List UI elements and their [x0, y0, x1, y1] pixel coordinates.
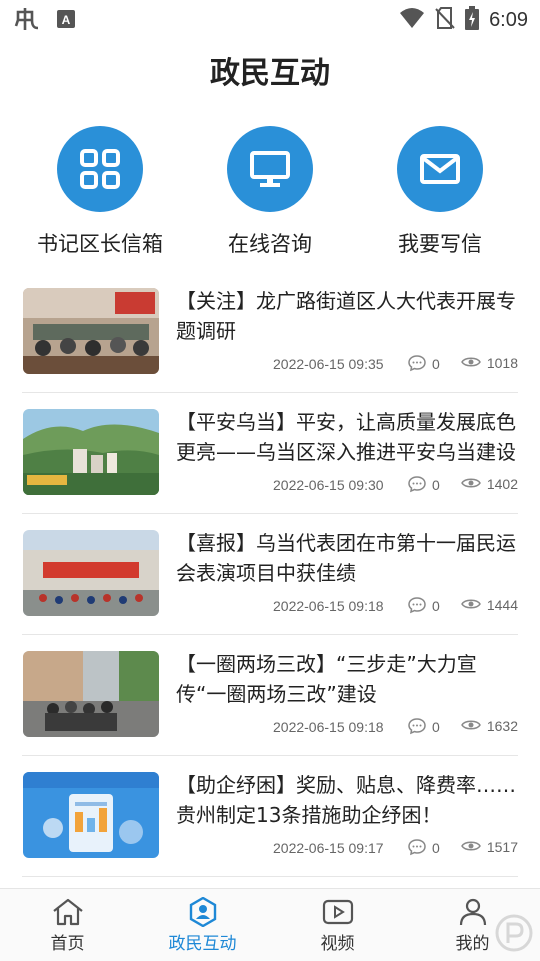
quick-circle — [227, 126, 313, 212]
no-sim-icon — [435, 6, 455, 34]
news-item[interactable]: 【平安乌当】平安，让高质量发展底色更亮——乌当区深入推进平安乌当建设 2022-… — [22, 393, 518, 514]
eye-icon — [460, 599, 481, 609]
views-count: 1517 — [460, 838, 518, 855]
comments-count: 0 — [408, 475, 440, 493]
quick-label: 我要写信 — [398, 232, 482, 256]
quick-circle — [57, 126, 143, 212]
news-thumbnail — [23, 288, 159, 374]
news-date: 2022-06-15 09:18 — [273, 598, 384, 614]
quick-circle — [397, 126, 483, 212]
views-value: 1018 — [486, 355, 518, 371]
views-value: 1402 — [486, 476, 518, 492]
news-title: 【喜报】乌当代表团在市第十一届民运会表演项目中获佳绩 — [176, 531, 516, 585]
hexagon-user-icon — [189, 896, 216, 928]
news-item[interactable]: 【一圈两场三改】“三步走”大力宣传“一圈两场三改”建设 2022-06-15 0… — [22, 635, 518, 756]
comments-value: 0 — [432, 477, 440, 493]
comment-icon — [408, 597, 426, 614]
write-letter-button[interactable]: 我要写信 — [355, 126, 525, 258]
news-title: 【一圈两场三改】“三步走”大力宣传“一圈两场三改”建设 — [176, 652, 477, 706]
tab-interaction[interactable]: 政民互动 — [135, 889, 270, 961]
views-value: 1444 — [486, 597, 518, 613]
video-icon — [322, 899, 353, 925]
tab-label: 视频 — [320, 934, 355, 954]
news-meta: 2022-06-15 09:17 0 1517 — [176, 838, 518, 858]
eye-icon — [460, 720, 481, 730]
tab-video[interactable]: 视频 — [270, 889, 405, 961]
watermark — [494, 913, 534, 953]
comments-value: 0 — [432, 719, 440, 735]
comments-value: 0 — [432, 840, 440, 856]
eye-icon — [460, 841, 481, 851]
home-icon — [52, 898, 83, 926]
news-thumbnail — [23, 530, 159, 616]
bottom-tab-bar: 首页 政民互动 视频 我的 — [0, 888, 540, 961]
news-meta: 2022-06-15 09:35 0 1018 — [176, 354, 518, 374]
news-date: 2022-06-15 09:35 — [273, 356, 384, 372]
quick-label: 书记区长信箱 — [37, 232, 163, 256]
news-item[interactable]: 【喜报】乌当代表团在市第十一届民运会表演项目中获佳绩 2022-06-15 09… — [22, 514, 518, 635]
news-title: 【助企纾困】奖励、贴息、降费率……贵州制定13条措施助企纾困！ — [176, 773, 516, 827]
views-count: 1632 — [460, 717, 518, 734]
views-count: 1018 — [460, 354, 518, 371]
comments-value: 0 — [432, 598, 440, 614]
eye-icon — [460, 478, 481, 488]
tab-home[interactable]: 首页 — [0, 889, 135, 961]
tab-label: 首页 — [50, 934, 85, 954]
views-value: 1632 — [486, 718, 518, 734]
news-list: 【关注】龙广路街道区人大代表开展专题调研 2022-06-15 09:35 0 … — [22, 272, 518, 877]
page-title: 政民互动 — [210, 56, 330, 91]
news-thumbnail — [23, 651, 159, 737]
comments-value: 0 — [432, 356, 440, 372]
online-consult-button[interactable]: 在线咨询 — [185, 126, 355, 258]
keyboard-notification-icon: A — [56, 9, 76, 33]
news-meta: 2022-06-15 09:30 0 1402 — [176, 475, 518, 495]
quick-actions: 书记区长信箱 在线咨询 我要写信 — [0, 126, 540, 266]
status-time: 6:09 — [489, 8, 528, 31]
comments-count: 0 — [408, 838, 440, 856]
views-count: 1402 — [460, 475, 518, 492]
comment-icon — [408, 718, 426, 735]
comments-count: 0 — [408, 596, 440, 614]
news-date: 2022-06-15 09:17 — [273, 840, 384, 856]
views-value: 1517 — [486, 839, 518, 855]
status-bar: A 6:09 — [0, 0, 540, 36]
news-item[interactable]: 【关注】龙广路街道区人大代表开展专题调研 2022-06-15 09:35 0 … — [22, 272, 518, 393]
wifi-icon — [399, 7, 425, 33]
app-notification-icon — [14, 6, 40, 36]
news-title: 【平安乌当】平安，让高质量发展底色更亮——乌当区深入推进平安乌当建设 — [176, 410, 516, 464]
comment-icon — [408, 355, 426, 372]
quick-label: 在线咨询 — [228, 232, 312, 256]
mailbox-button[interactable]: 书记区长信箱 — [15, 126, 185, 258]
views-count: 1444 — [460, 596, 518, 613]
news-meta: 2022-06-15 09:18 0 1632 — [176, 717, 518, 737]
comments-count: 0 — [408, 354, 440, 372]
svg-text:A: A — [62, 13, 71, 27]
eye-icon — [460, 357, 481, 367]
comment-icon — [408, 839, 426, 856]
comments-count: 0 — [408, 717, 440, 735]
news-meta: 2022-06-15 09:18 0 1444 — [176, 596, 518, 616]
news-date: 2022-06-15 09:30 — [273, 477, 384, 493]
news-date: 2022-06-15 09:18 — [273, 719, 384, 735]
comment-icon — [408, 476, 426, 493]
battery-charging-icon — [465, 6, 480, 34]
news-thumbnail — [23, 409, 159, 495]
news-thumbnail — [23, 772, 159, 858]
watermark-logo-icon — [495, 914, 533, 952]
news-item[interactable]: 【助企纾困】奖励、贴息、降费率……贵州制定13条措施助企纾困！ 2022-06-… — [22, 756, 518, 877]
news-title: 【关注】龙广路街道区人大代表开展专题调研 — [176, 289, 516, 343]
tab-label: 政民互动 — [168, 934, 237, 954]
user-icon — [459, 898, 486, 926]
